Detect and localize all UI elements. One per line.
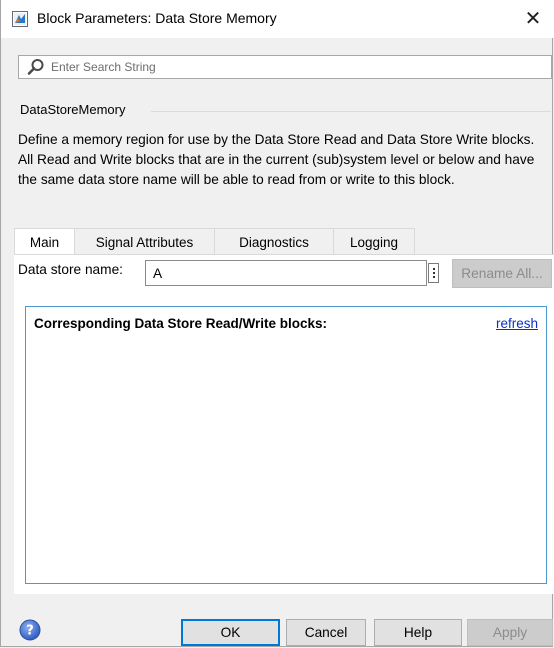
group-divider xyxy=(151,111,551,112)
close-button[interactable]: ✕ xyxy=(518,4,548,32)
refresh-link[interactable]: refresh xyxy=(496,316,538,331)
search-box[interactable] xyxy=(18,55,552,79)
simulink-block-icon xyxy=(12,11,28,27)
ok-button[interactable]: OK xyxy=(181,619,280,646)
tab-logging[interactable]: Logging xyxy=(333,228,415,255)
block-type-label: DataStoreMemory xyxy=(20,102,126,117)
tab-main[interactable]: Main xyxy=(14,228,75,256)
close-icon: ✕ xyxy=(524,7,542,30)
rename-all-button[interactable]: Rename All... xyxy=(452,259,552,288)
tab-diagnostics[interactable]: Diagnostics xyxy=(214,228,334,255)
corresponding-blocks-panel: Corresponding Data Store Read/Write bloc… xyxy=(25,306,547,584)
data-store-name-input[interactable] xyxy=(145,260,427,286)
search-icon xyxy=(27,59,44,75)
help-icon[interactable]: ? xyxy=(19,619,41,641)
dialog-window: Block Parameters: Data Store Memory ✕ Da… xyxy=(0,0,554,647)
help-button[interactable]: Help xyxy=(374,619,462,646)
block-description: Define a memory region for use by the Da… xyxy=(18,132,535,187)
vertical-dots-icon[interactable] xyxy=(428,263,439,283)
title-bar[interactable]: Block Parameters: Data Store Memory ✕ xyxy=(1,0,554,38)
window-title: Block Parameters: Data Store Memory xyxy=(37,10,277,26)
cancel-button[interactable]: Cancel xyxy=(286,619,366,646)
apply-button[interactable]: Apply xyxy=(467,619,553,646)
data-store-name-label: Data store name: xyxy=(18,262,123,277)
tab-signal-attributes[interactable]: Signal Attributes xyxy=(74,228,215,255)
tab-bar: Main Signal Attributes Diagnostics Loggi… xyxy=(14,228,415,256)
svg-text:?: ? xyxy=(26,624,34,639)
search-input[interactable] xyxy=(51,58,541,76)
corresponding-blocks-title: Corresponding Data Store Read/Write bloc… xyxy=(34,316,328,331)
